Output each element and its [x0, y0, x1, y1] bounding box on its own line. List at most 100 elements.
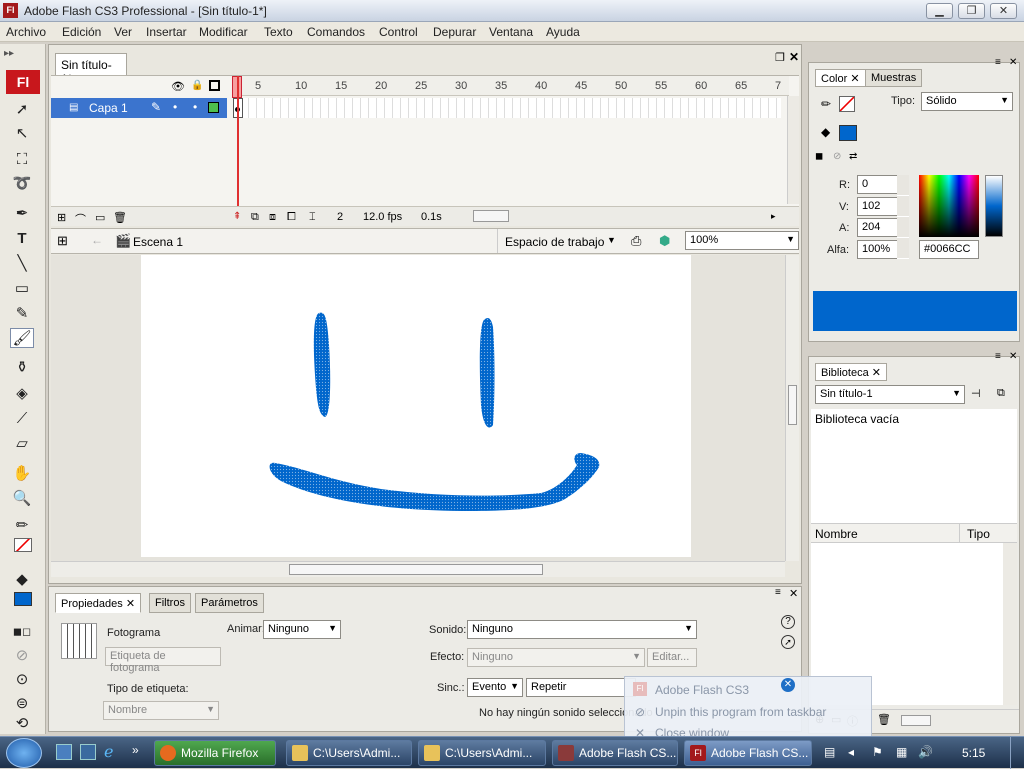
minimize-button[interactable]: ▁ [926, 3, 953, 19]
menu-edicion[interactable]: Edición [62, 25, 101, 39]
clock[interactable]: 5:15 [962, 746, 985, 760]
panel-close-icon[interactable]: ✕ [1009, 351, 1017, 362]
panel-close-icon[interactable]: ✕ [1009, 57, 1017, 68]
fill-color-swatch[interactable] [14, 592, 32, 606]
layer-outline-color[interactable] [208, 102, 219, 113]
stage-vscroll[interactable] [785, 255, 799, 561]
subselection-tool-icon[interactable]: ↖ [10, 124, 34, 144]
swap-colors-icon[interactable]: ⇄ [849, 151, 857, 162]
ink-bottle-tool-icon[interactable]: ⚱ [10, 358, 34, 378]
eraser-tool-icon[interactable]: ▱ [10, 434, 34, 454]
panel-menu-icon[interactable]: ≡ [995, 57, 1001, 68]
tab-filtros[interactable]: Filtros [149, 593, 191, 613]
motion-guide-icon[interactable]: ⌒ [75, 211, 86, 227]
menu-comandos[interactable]: Comandos [307, 25, 365, 39]
task-flash-2[interactable]: Fl Adobe Flash CS... [684, 740, 812, 766]
edit-multiple-icon[interactable]: ⧠ [287, 211, 296, 224]
edit-button[interactable]: Editar... [647, 648, 697, 667]
eyedropper-tool-icon[interactable]: ⟋ [10, 409, 34, 429]
onion-skin-icon[interactable]: ⧉ [251, 211, 259, 224]
repeat-select[interactable]: Repetir [526, 678, 636, 697]
menu-ventana[interactable]: Ventana [489, 25, 533, 39]
close-icon[interactable]: ✕ [781, 678, 795, 692]
modify-markers-icon[interactable]: ⌶ [309, 211, 316, 224]
drawing-canvas[interactable] [141, 255, 691, 557]
tab-color[interactable]: Color ✕ [815, 69, 866, 87]
tray-expand-icon[interactable]: ◂ [848, 745, 854, 759]
task-flash-1[interactable]: Adobe Flash CS... [552, 740, 678, 766]
show-desktop-button[interactable] [1010, 737, 1024, 769]
visibility-dot[interactable]: • [173, 100, 177, 114]
timeline-toggle-icon[interactable]: ⊞ [57, 233, 68, 249]
no-color-icon[interactable]: ⊘ [833, 151, 841, 162]
tab-propiedades[interactable]: Propiedades ✕ [55, 593, 142, 613]
tab-parametros[interactable]: Parámetros [195, 593, 264, 613]
scroll-right-icon[interactable]: ▸ [771, 211, 776, 222]
workspace-dropdown[interactable]: Espacio de trabajo [505, 235, 604, 249]
library-hscroll-thumb[interactable] [901, 715, 931, 726]
center-frame-icon[interactable]: ⇞ [233, 211, 241, 222]
menu-ver[interactable]: Ver [114, 25, 132, 39]
start-button[interactable] [6, 738, 42, 768]
text-tool-icon[interactable]: T [10, 229, 34, 249]
show-desktop-icon[interactable] [56, 744, 72, 760]
delete-layer-icon[interactable]: 🗑 [113, 211, 127, 224]
stroke-swatch[interactable] [839, 96, 855, 112]
menu-archivo[interactable]: Archivo [6, 25, 46, 39]
stroke-pencil-icon[interactable]: ✏ [821, 97, 831, 111]
spin-arrows[interactable] [897, 175, 909, 259]
straighten-icon[interactable]: ⟲ [10, 714, 34, 734]
pencil-tool-icon[interactable]: ✎ [10, 304, 34, 324]
insert-folder-icon[interactable]: ▭ [95, 211, 105, 224]
task-explorer-2[interactable]: C:\Users\Admi... [418, 740, 546, 766]
jumplist-unpin[interactable]: Unpin this program from taskbar [655, 705, 826, 719]
close-button[interactable]: ✕ [990, 3, 1017, 19]
default-colors-icon[interactable]: ◼◻ [10, 622, 34, 642]
menu-insertar[interactable]: Insertar [146, 25, 187, 39]
no-color-icon[interactable]: ⊘ [10, 646, 34, 666]
menu-texto[interactable]: Texto [264, 25, 293, 39]
library-vscroll[interactable] [1003, 543, 1017, 705]
zoom-tool-icon[interactable]: 🔍 [10, 489, 34, 509]
paint-bucket-tool-icon[interactable]: ◈ [10, 384, 34, 404]
lock-dot[interactable]: • [193, 100, 197, 114]
new-library-icon[interactable]: ⧉ [997, 387, 1005, 400]
hex-input[interactable]: #0066CC [919, 240, 979, 259]
sound-select[interactable]: Ninguno ▼ [467, 620, 697, 639]
edit-symbols-icon[interactable]: ⎙ [631, 233, 641, 249]
column-name[interactable]: Nombre [815, 527, 858, 541]
frame-ruler[interactable]: 151015202530354045505560657 [233, 76, 789, 96]
quicklaunch-more-icon[interactable]: » [132, 743, 139, 757]
smooth-icon[interactable]: ⊜ [10, 694, 34, 714]
free-transform-tool-icon[interactable]: ⛶ [10, 150, 34, 170]
stage[interactable] [141, 255, 691, 557]
menu-modificar[interactable]: Modificar [199, 25, 248, 39]
tab-muestras[interactable]: Muestras [865, 69, 923, 87]
layer-row[interactable]: ▤ Capa 1 ✎ • • [51, 98, 227, 118]
frame-rate[interactable]: 12.0 fps [363, 211, 402, 223]
vscroll-thumb[interactable] [788, 385, 797, 425]
onion-outline-icon[interactable]: ⧈ [269, 211, 276, 224]
stroke-color-swatch[interactable] [14, 538, 32, 552]
hscroll-thumb[interactable] [289, 564, 543, 575]
network-icon[interactable]: ▦ [896, 745, 907, 759]
volume-icon[interactable]: 🔊 [918, 745, 933, 759]
playhead[interactable] [237, 76, 239, 214]
brightness-slider[interactable] [985, 175, 1003, 237]
help-icon[interactable]: ? [781, 615, 795, 629]
fill-swatch[interactable] [839, 125, 857, 141]
tab-biblioteca[interactable]: Biblioteca ✕ [815, 363, 887, 381]
menu-depurar[interactable]: Depurar [433, 25, 476, 39]
panel-restore-icon[interactable]: ❐ [775, 51, 785, 64]
jumplist-title[interactable]: Adobe Flash CS3 [655, 683, 749, 697]
timeline-hscroll-thumb[interactable] [473, 210, 509, 222]
switch-windows-icon[interactable] [80, 744, 96, 760]
rectangle-tool-icon[interactable]: ▭ [10, 279, 34, 299]
task-explorer-1[interactable]: C:\Users\Admi... [286, 740, 412, 766]
sync-select[interactable]: Evento ▼ [467, 678, 523, 697]
timeline-vscroll[interactable] [787, 96, 799, 204]
fill-color-icon[interactable]: ◆ [10, 570, 34, 590]
edit-scene-icon[interactable]: ⬢ [659, 233, 670, 249]
brush-tool-icon[interactable]: 🖌 [10, 328, 34, 348]
frame-cells[interactable] [233, 98, 781, 118]
